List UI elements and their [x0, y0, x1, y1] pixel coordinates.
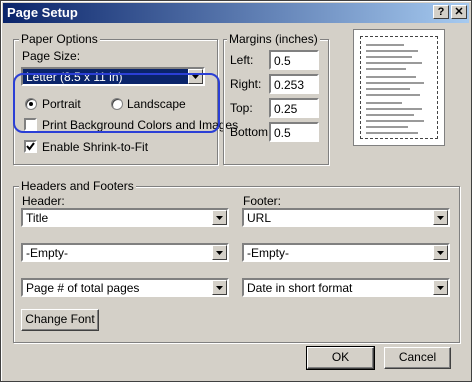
left-margin-label: Left: [230, 53, 254, 67]
paper-options-label: Paper Options [19, 32, 100, 46]
header-label: Header: [22, 194, 65, 208]
help-button[interactable]: ? [433, 5, 449, 19]
chevron-down-icon[interactable] [433, 210, 448, 225]
left-margin-input[interactable]: 0.5 [269, 50, 319, 70]
footer-select-1[interactable]: URL [242, 208, 450, 227]
top-margin-label: Top: [230, 101, 253, 115]
header-select-2[interactable]: -Empty- [21, 243, 229, 262]
right-margin-label: Right: [230, 77, 262, 91]
dialog-title: Page Setup [7, 5, 78, 20]
change-font-button[interactable]: Change Font [21, 309, 99, 331]
chevron-down-icon[interactable] [212, 280, 227, 295]
top-margin-input[interactable]: 0.25 [269, 98, 319, 118]
bottom-margin-label: Bottom: [230, 125, 272, 139]
shrink-to-fit-label: Enable Shrink-to-Fit [42, 140, 149, 154]
chevron-down-icon[interactable] [212, 210, 227, 225]
footer-select-2[interactable]: -Empty- [242, 243, 450, 262]
page-preview [353, 29, 445, 146]
footer-label: Footer: [243, 194, 282, 208]
margins-label: Margins (inches) [227, 32, 320, 46]
highlight-annotation [13, 73, 220, 133]
header-select-1[interactable]: Title [21, 208, 229, 227]
page-setup-dialog: Page Setup ? ✕ Paper Options Page Size: … [0, 0, 472, 382]
chevron-down-icon[interactable] [433, 280, 448, 295]
cancel-button[interactable]: Cancel [384, 347, 451, 369]
page-size-label: Page Size: [22, 49, 81, 63]
header-select-3[interactable]: Page # of total pages [21, 278, 229, 297]
checkmark-icon [26, 142, 35, 151]
close-icon: ✕ [454, 6, 464, 18]
shrink-to-fit-checkbox[interactable] [24, 140, 37, 153]
title-bar: Page Setup ? ✕ [3, 3, 469, 23]
close-button[interactable]: ✕ [451, 5, 467, 19]
footer-select-3[interactable]: Date in short format [242, 278, 450, 297]
ok-button[interactable]: OK [306, 346, 375, 370]
right-margin-input[interactable]: 0.253 [269, 74, 319, 94]
chevron-down-icon[interactable] [433, 245, 448, 260]
bottom-margin-input[interactable]: 0.5 [269, 122, 319, 142]
headers-footers-label: Headers and Footers [19, 179, 136, 193]
chevron-down-icon[interactable] [212, 245, 227, 260]
